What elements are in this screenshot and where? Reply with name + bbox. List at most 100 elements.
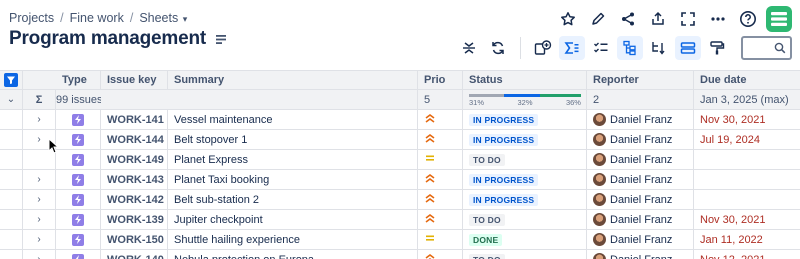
search-input[interactable] xyxy=(746,39,776,57)
row-key-cell[interactable]: WORK-140 xyxy=(101,250,168,259)
more-icon[interactable] xyxy=(706,7,730,31)
row-key-cell[interactable]: WORK-150 xyxy=(101,230,168,249)
help-icon[interactable] xyxy=(736,7,760,31)
due-date: Jan 11, 2022 xyxy=(700,233,763,246)
row-summary-cell[interactable]: Vessel maintenance xyxy=(168,110,418,129)
row-status-cell[interactable]: TO DO xyxy=(463,250,587,259)
list-details-icon[interactable] xyxy=(214,31,230,47)
row-summary-cell[interactable]: Jupiter checkpoint xyxy=(168,210,418,229)
checklist-icon[interactable] xyxy=(588,36,614,60)
row-key-cell[interactable]: WORK-144 xyxy=(101,130,168,149)
col-header-summary[interactable]: Summary xyxy=(168,71,418,89)
col-header-type[interactable]: Type xyxy=(56,71,101,89)
row-key-cell[interactable]: WORK-141 xyxy=(101,110,168,129)
breadcrumb-projects[interactable]: Projects xyxy=(9,11,54,25)
chevron-right-icon[interactable]: › xyxy=(37,134,40,145)
refresh-icon[interactable] xyxy=(485,36,511,60)
col-header-due[interactable]: Due date xyxy=(694,71,800,89)
row-summary-cell[interactable]: Belt stopover 1 xyxy=(168,130,418,149)
chevron-right-icon[interactable]: › xyxy=(37,174,40,185)
row-key-cell[interactable]: WORK-139 xyxy=(101,210,168,229)
issue-key[interactable]: WORK-142 xyxy=(107,194,164,206)
issue-key[interactable]: WORK-149 xyxy=(107,154,164,166)
collapse-rows-icon[interactable] xyxy=(456,36,482,60)
col-header-reporter[interactable]: Reporter xyxy=(587,71,694,89)
table-row[interactable]: › WORK-144 Belt stopover 1 IN PROGRESS Danie… xyxy=(0,130,800,150)
share-icon[interactable] xyxy=(616,7,640,31)
row-key-cell[interactable]: WORK-149 xyxy=(101,150,168,169)
breadcrumb-fine-work[interactable]: Fine work xyxy=(70,11,124,25)
table-row[interactable]: › WORK-139 Jupiter checkpoint TO DO Daniel F… xyxy=(0,210,800,230)
summary-reporter: 2 xyxy=(587,90,694,109)
issue-key[interactable]: WORK-144 xyxy=(107,134,164,146)
avatar xyxy=(593,173,606,186)
chevron-right-icon[interactable]: › xyxy=(37,214,40,225)
status-distribution-labels: 31% 32% 36% xyxy=(469,98,581,107)
row-key-cell[interactable]: WORK-142 xyxy=(101,190,168,209)
chevron-right-icon[interactable]: › xyxy=(37,254,40,259)
issue-key[interactable]: WORK-143 xyxy=(107,174,164,186)
row-status-cell[interactable]: IN PROGRESS xyxy=(463,170,587,189)
row-height-icon[interactable] xyxy=(675,36,701,60)
issue-key[interactable]: WORK-141 xyxy=(107,114,164,126)
issue-summary: Planet Express xyxy=(174,153,248,166)
issue-key[interactable]: WORK-139 xyxy=(107,214,164,226)
row-prio-cell xyxy=(418,190,463,209)
hierarchy-icon[interactable] xyxy=(617,36,643,60)
row-status-cell[interactable]: IN PROGRESS xyxy=(463,190,587,209)
table-row[interactable]: › WORK-143 Planet Taxi booking IN PROGRESS D… xyxy=(0,170,800,190)
table-row[interactable]: › WORK-142 Belt sub-station 2 IN PROGRESS Da… xyxy=(0,190,800,210)
chevron-right-icon[interactable]: › xyxy=(37,114,40,125)
status-badge: DONE xyxy=(469,233,503,246)
row-expand-cell[interactable]: › xyxy=(23,190,56,209)
export-icon[interactable] xyxy=(646,7,670,31)
row-summary-cell[interactable]: Belt sub-station 2 xyxy=(168,190,418,209)
row-expand-cell[interactable]: › xyxy=(23,170,56,189)
table-row[interactable]: › WORK-150 Shuttle hailing experience DONE D… xyxy=(0,230,800,250)
col-header-prio[interactable]: Prio xyxy=(418,71,463,89)
format-painter-icon[interactable] xyxy=(704,36,730,60)
issue-key[interactable]: WORK-140 xyxy=(107,254,164,259)
row-prio-cell xyxy=(418,250,463,259)
table-row[interactable]: › WORK-141 Vessel maintenance IN PROGRESS Da… xyxy=(0,110,800,130)
row-expand-cell[interactable]: › xyxy=(23,230,56,249)
row-expand-cell[interactable]: › xyxy=(23,110,56,129)
row-expand-cell[interactable]: › xyxy=(23,250,56,259)
structure-add-icon[interactable] xyxy=(530,36,556,60)
sort-hierarchy-icon[interactable] xyxy=(646,36,672,60)
sum-icon[interactable] xyxy=(559,36,585,60)
row-summary-cell[interactable]: Nebula protection on Europa xyxy=(168,250,418,259)
table-row[interactable]: › WORK-140 Nebula protection on Europa TO D… xyxy=(0,250,800,259)
row-expand-cell[interactable]: › xyxy=(23,210,56,229)
filter-icon[interactable] xyxy=(4,73,18,87)
status-seg-progress xyxy=(503,93,540,97)
breadcrumb-sheets[interactable]: Sheets ▾ xyxy=(139,11,187,25)
priority-medium-icon xyxy=(424,233,436,246)
table-row[interactable]: WORK-149 Planet Express TO DO Daniel Franz xyxy=(0,150,800,170)
star-icon[interactable] xyxy=(556,7,580,31)
col-header-status[interactable]: Status xyxy=(463,71,587,89)
row-status-cell[interactable]: IN PROGRESS xyxy=(463,130,587,149)
issue-key[interactable]: WORK-150 xyxy=(107,234,164,246)
row-summary-cell[interactable]: Shuttle hailing experience xyxy=(168,230,418,249)
row-key-cell[interactable]: WORK-143 xyxy=(101,170,168,189)
priority-high-icon xyxy=(424,193,436,206)
avatar xyxy=(593,233,606,246)
row-status-cell[interactable]: IN PROGRESS xyxy=(463,110,587,129)
row-status-cell[interactable]: TO DO xyxy=(463,210,587,229)
row-summary-cell[interactable]: Planet Taxi booking xyxy=(168,170,418,189)
chevron-right-icon[interactable]: › xyxy=(37,194,40,205)
row-status-cell[interactable]: TO DO xyxy=(463,150,587,169)
row-prio-cell xyxy=(418,150,463,169)
edit-icon[interactable] xyxy=(586,7,610,31)
fullscreen-icon[interactable] xyxy=(676,7,700,31)
summary-collapse[interactable]: ⌄ xyxy=(0,90,23,109)
row-summary-cell[interactable]: Planet Express xyxy=(168,150,418,169)
app-logo-icon[interactable] xyxy=(766,6,792,32)
col-header-key[interactable]: Issue key xyxy=(101,71,168,89)
row-due-cell xyxy=(694,150,800,169)
priority-high-icon xyxy=(424,213,436,226)
chevron-right-icon[interactable]: › xyxy=(37,234,40,245)
row-status-cell[interactable]: DONE xyxy=(463,230,587,249)
search-icon xyxy=(774,41,786,59)
